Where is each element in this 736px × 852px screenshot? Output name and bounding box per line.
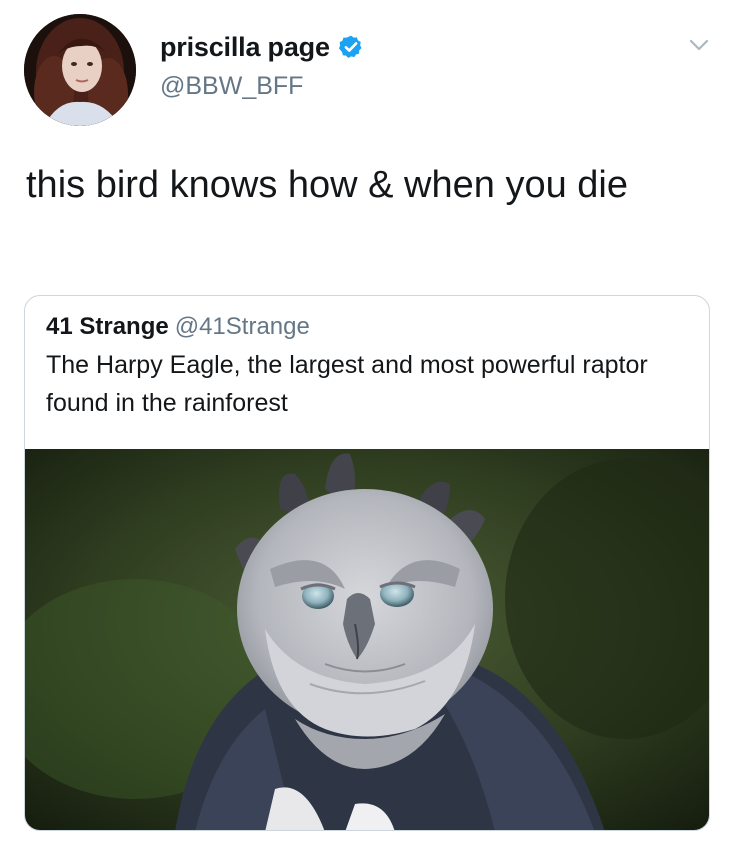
chevron-down-icon[interactable] xyxy=(688,34,710,56)
tweet-text: this bird knows how & when you die xyxy=(26,164,628,206)
display-name-row: priscilla page xyxy=(160,30,364,64)
quoted-tweet-card[interactable]: 41 Strange @41Strange The Harpy Eagle, th… xyxy=(24,295,710,831)
quoted-tweet-header: 41 Strange @41Strange xyxy=(46,310,310,344)
avatar[interactable] xyxy=(24,14,136,126)
handle[interactable]: @BBW_BFF xyxy=(160,72,364,101)
quoted-tweet-text: The Harpy Eagle, the largest and most po… xyxy=(46,351,648,417)
tweet-author[interactable]: priscilla page @BBW_BFF xyxy=(160,30,364,101)
quoted-author-handle[interactable]: @41Strange xyxy=(175,313,310,340)
profile-photo xyxy=(24,14,136,126)
display-name[interactable]: priscilla page xyxy=(160,32,330,63)
verified-badge-icon xyxy=(338,35,362,58)
quoted-tweet-media[interactable] xyxy=(25,449,709,830)
quoted-author-name[interactable]: 41 Strange xyxy=(46,313,169,340)
harpy-eagle-photo xyxy=(25,449,709,830)
tweet: priscilla page @BBW_BFF this bird knows … xyxy=(0,0,736,852)
